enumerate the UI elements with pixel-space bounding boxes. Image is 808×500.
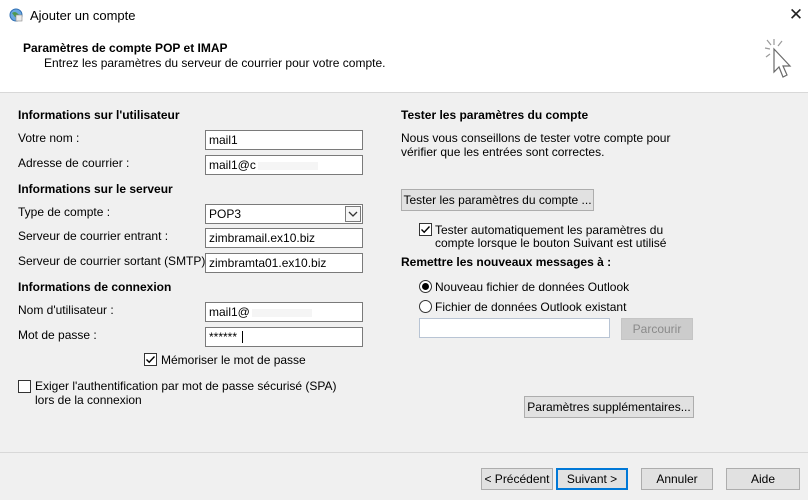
test-description-line1: Nous vous conseillons de tester votre co… (401, 131, 671, 145)
name-value: mail1 (209, 133, 238, 147)
title-bar: Ajouter un compte ✕ (0, 0, 808, 32)
page-title: Paramètres de compte POP et IMAP (23, 41, 228, 55)
new-data-file-label[interactable]: Nouveau fichier de données Outlook (435, 280, 629, 294)
click-cursor-icon (760, 36, 800, 86)
user-info-heading: Informations sur l'utilisateur (18, 108, 180, 122)
auto-test-checkbox[interactable] (419, 223, 432, 236)
outgoing-server-label: Serveur de courrier sortant (SMTP) : (18, 254, 213, 268)
password-value: ****** (209, 330, 238, 344)
username-field[interactable]: mail1@ (205, 302, 363, 322)
outgoing-server-field[interactable]: zimbramta01.ex10.biz (205, 253, 363, 273)
existing-data-file-radio[interactable] (419, 300, 432, 313)
deliver-messages-heading: Remettre les nouveaux messages à : (401, 255, 612, 269)
account-type-value: POP3 (209, 207, 242, 221)
existing-data-file-path[interactable] (419, 318, 610, 338)
incoming-server-field[interactable]: zimbramail.ex10.biz (205, 228, 363, 248)
password-label: Mot de passe : (18, 328, 97, 342)
wizard-header: Paramètres de compte POP et IMAP Entrez … (0, 32, 808, 93)
remember-password-checkbox[interactable] (144, 353, 157, 366)
email-value: mail1@c (209, 158, 256, 172)
window-title: Ajouter un compte (30, 8, 136, 23)
new-data-file-radio[interactable] (419, 280, 432, 293)
text-caret (242, 331, 243, 343)
outgoing-server-value: zimbramta01.ex10.biz (209, 256, 327, 270)
auto-test-label-line1[interactable]: Tester automatiquement les paramètres du (435, 223, 663, 237)
incoming-server-value: zimbramail.ex10.biz (209, 231, 316, 245)
email-field[interactable]: mail1@c (205, 155, 363, 175)
incoming-server-label: Serveur de courrier entrant : (18, 229, 169, 243)
spa-label-line2[interactable]: lors de la connexion (35, 393, 142, 407)
close-icon[interactable]: ✕ (784, 4, 808, 26)
outlook-globe-icon (9, 8, 23, 22)
username-label: Nom d'utilisateur : (18, 303, 114, 317)
name-label: Votre nom : (18, 131, 80, 145)
footer-divider (0, 452, 808, 453)
page-subtitle: Entrez les paramètres du serveur de cour… (44, 56, 386, 70)
back-button[interactable]: < Précédent (481, 468, 553, 490)
existing-data-file-label[interactable]: Fichier de données Outlook existant (435, 300, 626, 314)
chevron-down-icon[interactable] (345, 206, 361, 222)
test-account-settings-button[interactable]: Tester les paramètres du compte ... (401, 189, 594, 211)
password-field[interactable]: ****** (205, 327, 363, 347)
redacted-text (257, 161, 318, 170)
checkmark-icon (421, 226, 431, 234)
username-value: mail1@ (209, 305, 250, 319)
email-label: Adresse de courrier : (18, 156, 130, 170)
spa-checkbox[interactable] (18, 380, 31, 393)
account-type-label: Type de compte : (18, 205, 111, 219)
remember-password-label[interactable]: Mémoriser le mot de passe (161, 353, 306, 367)
help-button[interactable]: Aide (726, 468, 800, 490)
checkmark-icon (146, 356, 156, 364)
login-info-heading: Informations de connexion (18, 280, 172, 294)
redacted-text (251, 308, 312, 317)
test-description-line2: vérifier que les entrées sont correctes. (401, 145, 605, 159)
radio-selected-dot (422, 283, 429, 290)
more-settings-button[interactable]: Paramètres supplémentaires... (524, 396, 694, 418)
test-settings-heading: Tester les paramètres du compte (401, 108, 589, 122)
account-type-select[interactable]: POP3 (205, 204, 363, 224)
next-button[interactable]: Suivant > (556, 468, 628, 490)
spa-label-line1[interactable]: Exiger l'authentification par mot de pas… (35, 379, 337, 393)
auto-test-label-line2[interactable]: compte lorsque le bouton Suivant est uti… (435, 236, 666, 250)
cancel-button[interactable]: Annuler (641, 468, 713, 490)
name-field[interactable]: mail1 (205, 130, 363, 150)
browse-button[interactable]: Parcourir (621, 318, 693, 340)
server-info-heading: Informations sur le serveur (18, 182, 173, 196)
